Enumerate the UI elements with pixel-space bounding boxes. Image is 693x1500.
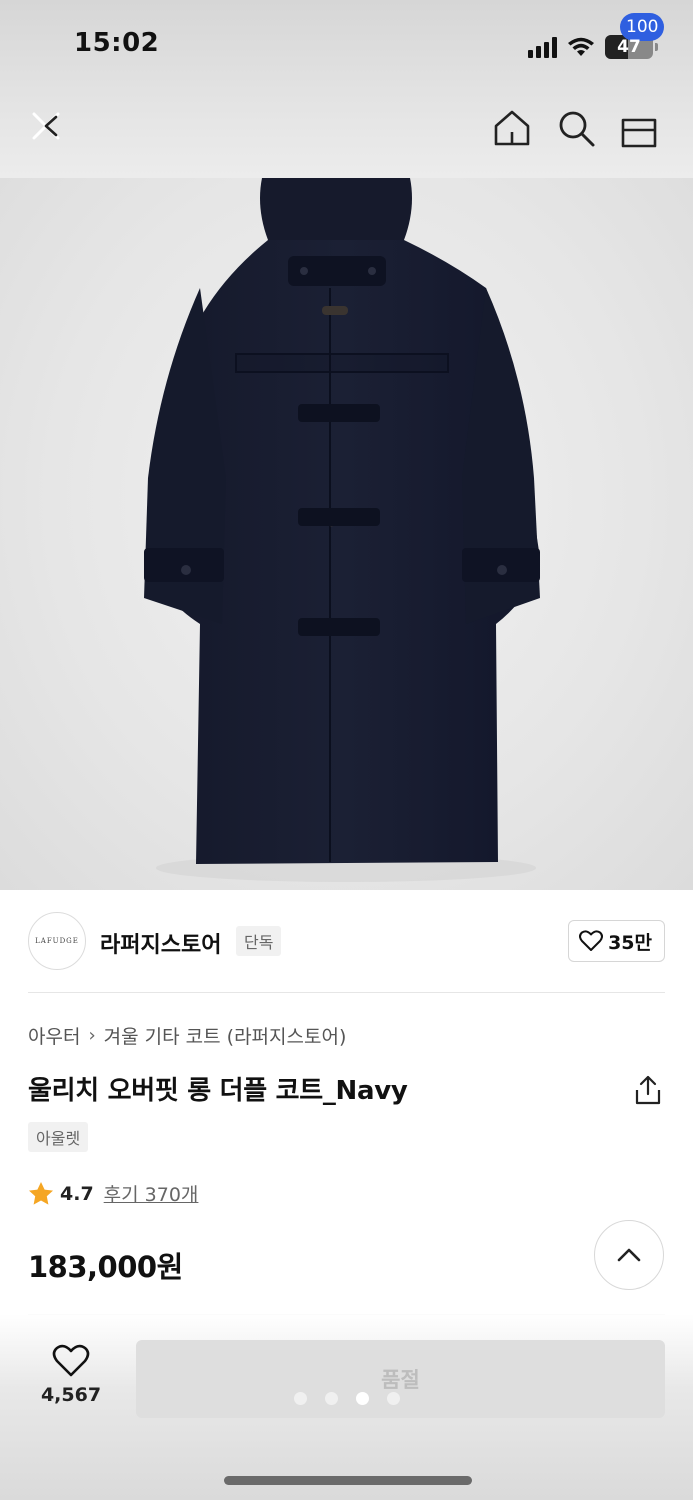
divider (28, 992, 665, 993)
pagination-dot[interactable] (387, 1392, 400, 1405)
navigation-bar (0, 92, 693, 172)
home-icon[interactable] (492, 108, 532, 148)
status-time: 15:02 (74, 28, 160, 58)
pagination-dot[interactable] (294, 1392, 307, 1405)
coat-illustration (144, 178, 540, 882)
battery-level: 47 (617, 37, 641, 57)
brand-logo[interactable]: LAFUDGE (28, 912, 86, 970)
close-icon[interactable] (26, 106, 66, 146)
home-indicator[interactable] (224, 1476, 472, 1485)
exclusive-badge: 단독 (236, 926, 282, 956)
product-price: 183,000원 (28, 1250, 183, 1284)
product-image[interactable] (0, 178, 693, 890)
scroll-to-top-button[interactable] (594, 1220, 664, 1290)
wishlist-count: 4,567 (40, 1384, 102, 1406)
status-bar: 15:02 47 (0, 0, 693, 92)
status-icons: 47 (528, 32, 658, 62)
pagination-dot[interactable] (356, 1392, 369, 1405)
product-title: 울리치 오버핏 롱 더플 코트_Navy (28, 1076, 408, 1106)
star-icon (29, 1182, 53, 1205)
wishlist-button[interactable]: 4,567 (34, 1344, 108, 1414)
heart-icon (579, 930, 604, 951)
wifi-icon (568, 37, 594, 56)
brand-name[interactable]: 라퍼지스토어 (100, 927, 221, 959)
pagination-dot[interactable] (325, 1392, 338, 1405)
search-icon[interactable] (556, 108, 596, 148)
heart-icon (52, 1344, 90, 1377)
review-link[interactable]: 후기 370개 (104, 1180, 199, 1207)
rating-row: 4.7 후기 370개 (28, 1180, 198, 1207)
brand-row[interactable]: LAFUDGE 라퍼지스토어 단독 35만 (28, 912, 665, 970)
share-icon[interactable] (632, 1074, 664, 1106)
breadcrumb-item[interactable]: 아우터 (28, 1022, 80, 1049)
outlet-tag: 아울렛 (28, 1122, 89, 1152)
breadcrumb-item[interactable]: 겨울 기타 코트 (라퍼지스토어) (104, 1022, 347, 1049)
chevron-right-icon: › (88, 1025, 96, 1046)
image-pagination (294, 1392, 400, 1405)
brand-like-count: 35만 (608, 931, 652, 954)
soldout-button[interactable]: 품절 (136, 1340, 665, 1418)
chevron-up-icon (617, 1248, 641, 1262)
breadcrumb: 아우터 › 겨울 기타 코트 (라퍼지스토어) (28, 1022, 346, 1049)
cellular-signal-icon (528, 36, 557, 58)
rating-score: 4.7 (60, 1182, 94, 1205)
brand-like-button[interactable]: 35만 (568, 920, 665, 962)
cart-icon[interactable] (618, 110, 660, 150)
